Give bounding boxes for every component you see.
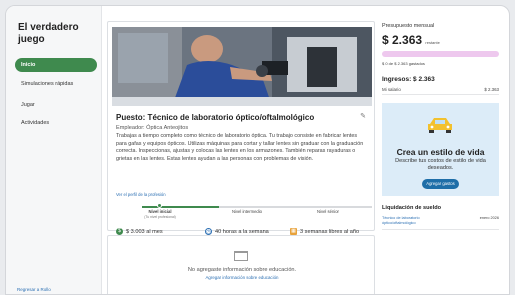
calendar-icon: ▦ <box>290 228 297 235</box>
lab-technician-photo <box>112 27 372 106</box>
payslip-row-date: enero 2026 <box>479 216 499 220</box>
budget-unit: restante <box>425 40 440 45</box>
sidebar-item-simulaciones[interactable]: Simulaciones rápidas <box>15 77 97 91</box>
promo-text: Describe tus costos de estilo de vida de… <box>395 158 486 171</box>
lifestyle-promo: Crea un estilo de vida Describe tus cost… <box>382 103 499 196</box>
folder-icon <box>234 251 248 261</box>
level-fill <box>142 205 219 208</box>
payslip-row: Técnico de laboratorio óptico/oftalmológ… <box>382 216 499 230</box>
education-card: No agregaste información sobre educación… <box>107 235 376 294</box>
profile-link[interactable]: Ver el perfil de la profesión <box>116 192 166 197</box>
app-title: El verdadero juego <box>18 22 79 45</box>
app-window: El verdadero juego Inicio Simulaciones r… <box>5 5 510 295</box>
budget-amount-value: $ 2.363 <box>382 33 423 47</box>
income-row: Mi salario $ 2.363 <box>382 87 499 95</box>
job-title: Puesto: Técnico de laboratorio óptico/of… <box>116 113 315 122</box>
clock-icon: ◷ <box>205 228 212 235</box>
level-senior: Nivel sénior <box>317 209 339 214</box>
income-row-label: Mi salario <box>382 87 401 92</box>
income-title: Ingresos: $ 2.363 <box>382 76 435 83</box>
right-panel: Presupuesto mensual $ 2.363 restante $ 0… <box>382 6 502 294</box>
sidebar: El verdadero juego Inicio Simulaciones r… <box>6 6 102 294</box>
promo-title: Crea un estilo de vida <box>396 147 485 157</box>
job-photo <box>112 27 372 106</box>
add-education-link[interactable]: Agregar información sobre educación <box>108 275 376 280</box>
budget-progress-bar <box>382 51 499 57</box>
level-initial: Nivel inicial <box>148 209 172 214</box>
sidebar-item-jugar[interactable]: Jugar <box>15 98 97 112</box>
stat-hours: ◷ 40 horas a la semana <box>205 228 269 235</box>
stat-pay-text: $ 3.003 al mes <box>126 228 163 235</box>
education-message: No agregaste información sobre educación… <box>187 267 297 273</box>
payslip-title: Liquidación de sueldo <box>382 205 442 211</box>
stat-vacation-text: 3 semanas libres al año <box>300 228 360 235</box>
budget-label: Presupuesto mensual <box>382 23 435 29</box>
job-card: Puesto: Técnico de laboratorio óptico/of… <box>107 21 375 235</box>
stat-hours-text: 40 horas a la semana <box>215 228 269 235</box>
stat-vacation: ▦ 3 semanas libres al año <box>290 228 359 235</box>
level-intermediate: Nivel intermedio <box>231 209 263 214</box>
job-description: Trabajas a tiempo completo como técnico … <box>116 133 364 162</box>
budget-spent: $ 0 de $ 2.363 gastados <box>382 61 425 66</box>
sidebar-item-inicio[interactable]: Inicio <box>15 58 97 72</box>
income-row-value: $ 2.363 <box>484 87 499 92</box>
sidebar-item-actividades[interactable]: Actividades <box>15 116 97 130</box>
payslip-row-label[interactable]: Técnico de laboratorio óptico/oftalmológ… <box>382 216 442 226</box>
car-icon <box>428 118 452 133</box>
pencil-icon[interactable]: ✎ <box>360 112 366 120</box>
main-content: Puesto: Técnico de laboratorio óptico/of… <box>107 6 376 294</box>
money-icon: $ <box>116 228 123 235</box>
level-initial-note: (Tu nivel profesional) <box>144 215 176 219</box>
employer-text: Empleador: Óptica Anteojitos <box>116 125 189 131</box>
add-expenses-button[interactable]: Agregar gastos <box>422 179 459 189</box>
budget-amount: $ 2.363 restante <box>382 33 440 47</box>
level-marker <box>157 203 162 208</box>
stat-pay: $ $ 3.003 al mes <box>116 228 163 235</box>
